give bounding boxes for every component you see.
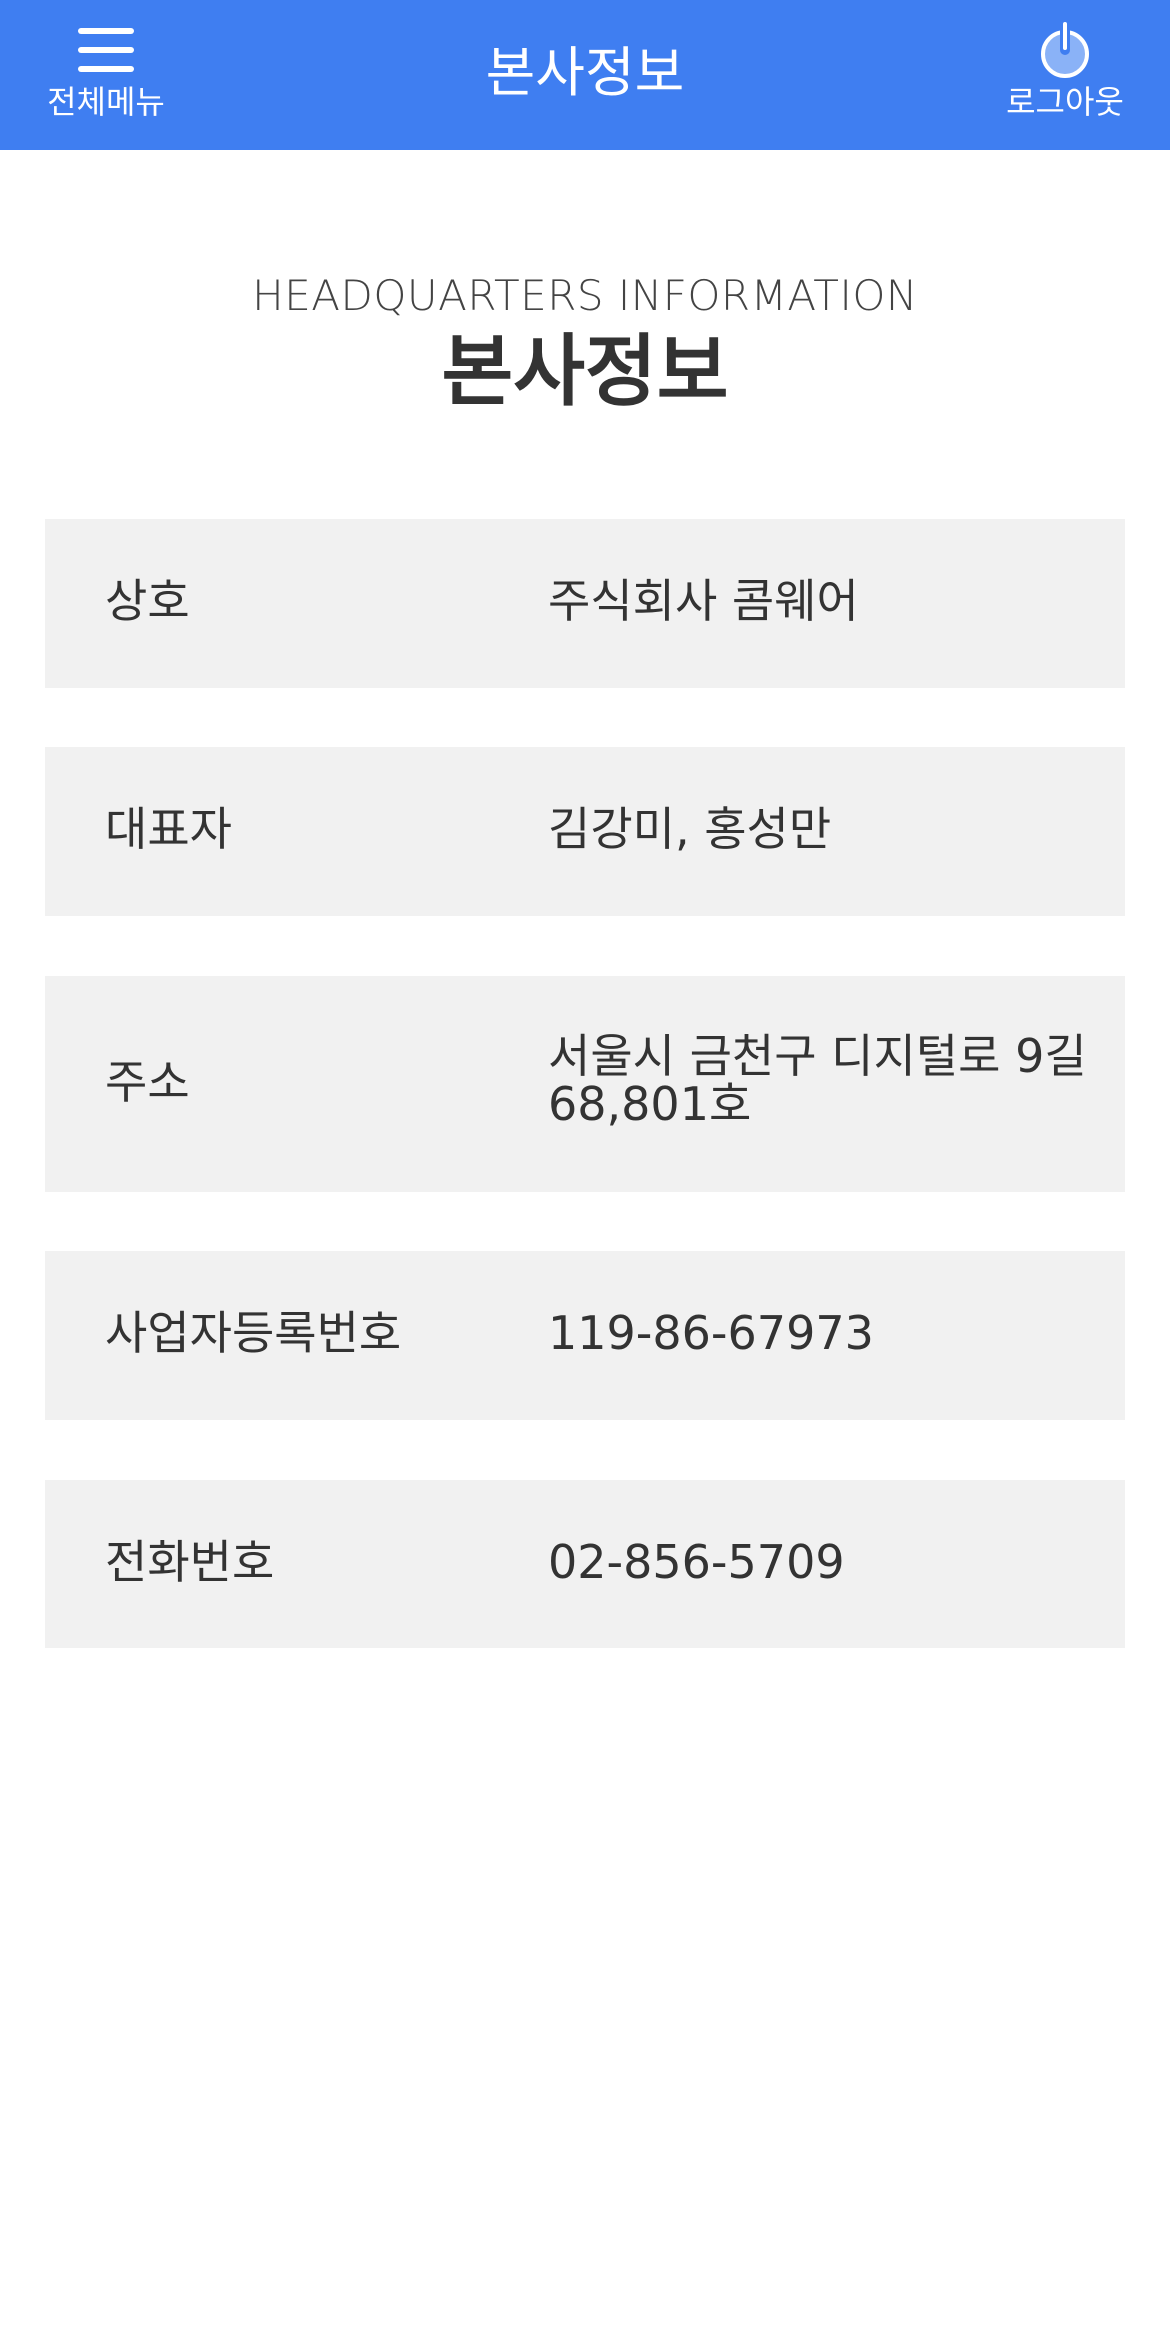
row-value: 02-856-5709: [548, 1535, 845, 1589]
power-icon: [1041, 20, 1089, 78]
row-value: 주식회사 콤웨어: [548, 574, 859, 628]
info-row-ceo: 대표자 김강미, 홍성만: [45, 747, 1125, 916]
info-row-address: 주소 서울시 금천구 디지털로 9길 68,801호: [45, 976, 1125, 1192]
info-row-company-name: 상호 주식회사 콤웨어: [45, 519, 1125, 688]
menu-label: 전체메뉴: [47, 83, 165, 121]
logout-button[interactable]: 로그아웃: [990, 18, 1140, 128]
info-row-phone: 전화번호 02-856-5709: [45, 1480, 1125, 1648]
hamburger-menu-icon: [78, 26, 134, 74]
row-label: 대표자: [105, 802, 232, 856]
row-label: 상호: [105, 574, 190, 628]
page-title: 본사정보: [485, 41, 685, 104]
section-title: 본사정보: [441, 327, 729, 417]
logout-label: 로그아웃: [1006, 83, 1124, 121]
app-header: 전체메뉴 본사정보 로그아웃: [0, 0, 1170, 150]
row-label: 주소: [105, 1055, 190, 1109]
row-value: 119-86-67973: [548, 1306, 874, 1360]
info-row-business-number: 사업자등록번호 119-86-67973: [45, 1251, 1125, 1420]
row-value: 김강미, 홍성만: [548, 802, 832, 856]
row-label: 전화번호: [105, 1535, 275, 1589]
row-label: 사업자등록번호: [105, 1306, 402, 1360]
row-value: 서울시 금천구 디지털로 9길 68,801호: [548, 1029, 1087, 1131]
section-subtitle-english: HEADQUARTERS INFORMATION: [252, 271, 918, 320]
menu-button[interactable]: 전체메뉴: [30, 18, 182, 128]
